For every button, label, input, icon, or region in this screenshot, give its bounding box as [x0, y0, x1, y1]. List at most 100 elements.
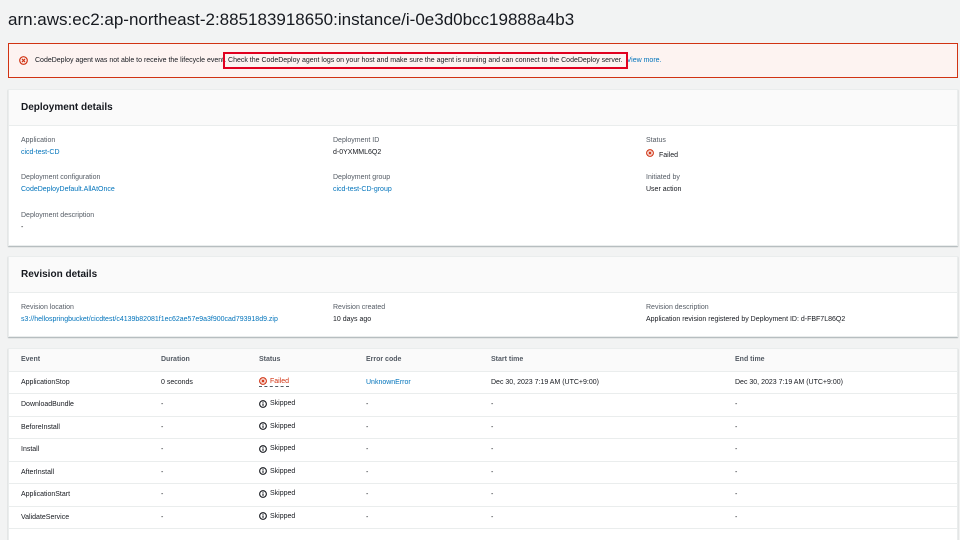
status-skipped: Skipped — [259, 489, 296, 498]
error-code-cell: - — [354, 393, 479, 417]
info-circle-icon — [259, 422, 267, 431]
revision-description-value: Application revision registered by Deplo… — [646, 316, 846, 323]
duration-cell: - — [149, 438, 247, 462]
status-failed[interactable]: Failed — [259, 377, 290, 388]
table-row: BeforeInstall - Skipped - - - — [9, 416, 957, 439]
status-cell: Failed — [247, 371, 354, 394]
event-name-cell: ApplicationStop — [9, 371, 149, 394]
status-value: Failed — [646, 149, 678, 159]
deployment-group-field: Deployment group cicd-test-CD-group — [333, 174, 392, 193]
event-name-cell: AfterInstall — [9, 461, 149, 484]
start-time-cell: - — [479, 393, 723, 417]
event-name-cell: BeforeInstall — [9, 416, 149, 439]
info-circle-icon — [259, 489, 267, 498]
error-circle-icon — [19, 56, 28, 65]
event-name-cell: ApplicationStart — [9, 483, 149, 507]
duration-cell: - — [149, 506, 247, 529]
duration-cell: - — [149, 483, 247, 507]
revision-location-label: Revision location — [21, 304, 74, 311]
application-label: Application — [21, 137, 56, 144]
view-more-link[interactable]: View more. — [627, 57, 662, 64]
event-name-cell: ValidateService — [9, 506, 149, 529]
status-skipped: Skipped — [259, 422, 295, 431]
start-time-cell: - — [479, 461, 723, 484]
status-text: Skipped — [270, 445, 296, 453]
column-header-status[interactable]: Status — [247, 349, 354, 372]
error-code-cell[interactable]: UnknownError — [354, 371, 479, 394]
status-cell: Skipped — [247, 438, 354, 462]
event-name-cell: DownloadBundle — [9, 393, 149, 417]
lifecycle-events-panel: Event Duration Status Error code Start t… — [8, 348, 958, 540]
deployment-id-value: d-0YXMML6Q2 — [333, 149, 382, 156]
error-circle-icon — [259, 377, 267, 386]
error-code-cell: - — [354, 483, 479, 507]
revision-location-link[interactable]: s3://hellospringbucket/cicdtest/c4139b82… — [21, 316, 278, 323]
status-cell: Skipped — [247, 483, 354, 507]
status-text: Skipped — [270, 467, 296, 475]
status-cell: Skipped — [247, 506, 354, 529]
revision-description-field: Revision description Application revisio… — [646, 304, 845, 323]
status-label: Status — [646, 137, 666, 144]
column-header-error-code[interactable]: Error code — [354, 349, 479, 372]
status-cell: Skipped — [247, 416, 354, 439]
page-title: arn:aws:ec2:ap-northeast-2:885183918650:… — [8, 10, 575, 29]
status-skipped: Skipped — [259, 444, 296, 453]
start-time-cell: - — [479, 438, 723, 462]
info-circle-icon — [259, 512, 267, 521]
column-header-start-time[interactable]: Start time — [479, 349, 723, 372]
initiated-by-field: Initiated by User action — [646, 174, 681, 193]
end-time-cell: Dec 30, 2023 7:19 AM (UTC+9:00) — [723, 371, 957, 394]
deployment-configuration-link[interactable]: CodeDeployDefault.AllAtOnce — [21, 186, 115, 193]
error-code-cell: - — [354, 416, 479, 439]
info-circle-icon — [259, 467, 267, 476]
table-header-row: Event Duration Status Error code Start t… — [9, 349, 957, 372]
error-circle-icon — [646, 149, 654, 157]
status-text: Skipped — [270, 512, 296, 520]
revision-description-label: Revision description — [646, 304, 709, 311]
column-header-event[interactable]: Event — [9, 349, 149, 372]
deployment-description-value: - — [21, 224, 24, 231]
duration-cell: - — [149, 416, 247, 439]
lifecycle-events-table: Event Duration Status Error code Start t… — [9, 349, 957, 529]
initiated-by-label: Initiated by — [646, 174, 680, 181]
info-circle-icon — [259, 444, 267, 453]
deployment-group-link[interactable]: cicd-test-CD-group — [333, 186, 392, 193]
alert-message-highlight: Check the CodeDeploy agent logs on your … — [223, 52, 628, 69]
deployment-details-header: Deployment details — [9, 90, 957, 126]
revision-location-field: Revision location s3://hellospringbucket… — [21, 304, 278, 323]
end-time-cell: - — [723, 416, 957, 439]
end-time-cell: - — [723, 438, 957, 462]
revision-details-panel: Revision details Revision location s3://… — [8, 256, 958, 337]
error-code-cell: - — [354, 438, 479, 462]
table-row: DownloadBundle - Skipped - - - — [9, 393, 957, 417]
end-time-cell: - — [723, 483, 957, 507]
status-field: Status Failed — [646, 137, 678, 159]
error-code-cell: - — [354, 506, 479, 529]
error-code-cell: - — [354, 461, 479, 484]
status-text: Failed — [270, 377, 290, 385]
initiated-by-value: User action — [646, 186, 682, 193]
duration-cell: 0 seconds — [149, 371, 247, 394]
application-field: Application cicd-test-CD — [21, 137, 60, 156]
application-link[interactable]: cicd-test-CD — [21, 149, 60, 156]
table-row: ValidateService - Skipped - - - — [9, 506, 957, 529]
deployment-configuration-field: Deployment configuration CodeDeployDefau… — [21, 174, 115, 193]
column-header-end-time[interactable]: End time — [723, 349, 957, 372]
deployment-description-label: Deployment description — [21, 212, 95, 219]
end-time-cell: - — [723, 506, 957, 529]
column-header-duration[interactable]: Duration — [149, 349, 247, 372]
status-text: Skipped — [270, 400, 296, 408]
table-row: ApplicationStart - Skipped - - - — [9, 483, 957, 507]
table-row: Install - Skipped - - - — [9, 438, 957, 462]
revision-created-label: Revision created — [333, 304, 386, 311]
end-time-cell: - — [723, 461, 957, 484]
status-text: Skipped — [270, 490, 296, 498]
status-text: Failed — [658, 152, 679, 159]
deployment-description-field: Deployment description - — [21, 212, 94, 231]
deployment-id-label: Deployment ID — [333, 137, 380, 144]
start-time-cell: Dec 30, 2023 7:19 AM (UTC+9:00) — [479, 371, 723, 394]
status-skipped: Skipped — [259, 467, 296, 476]
deployment-group-label: Deployment group — [333, 174, 391, 181]
status-skipped: Skipped — [259, 512, 296, 521]
table-row: AfterInstall - Skipped - - - — [9, 461, 957, 484]
